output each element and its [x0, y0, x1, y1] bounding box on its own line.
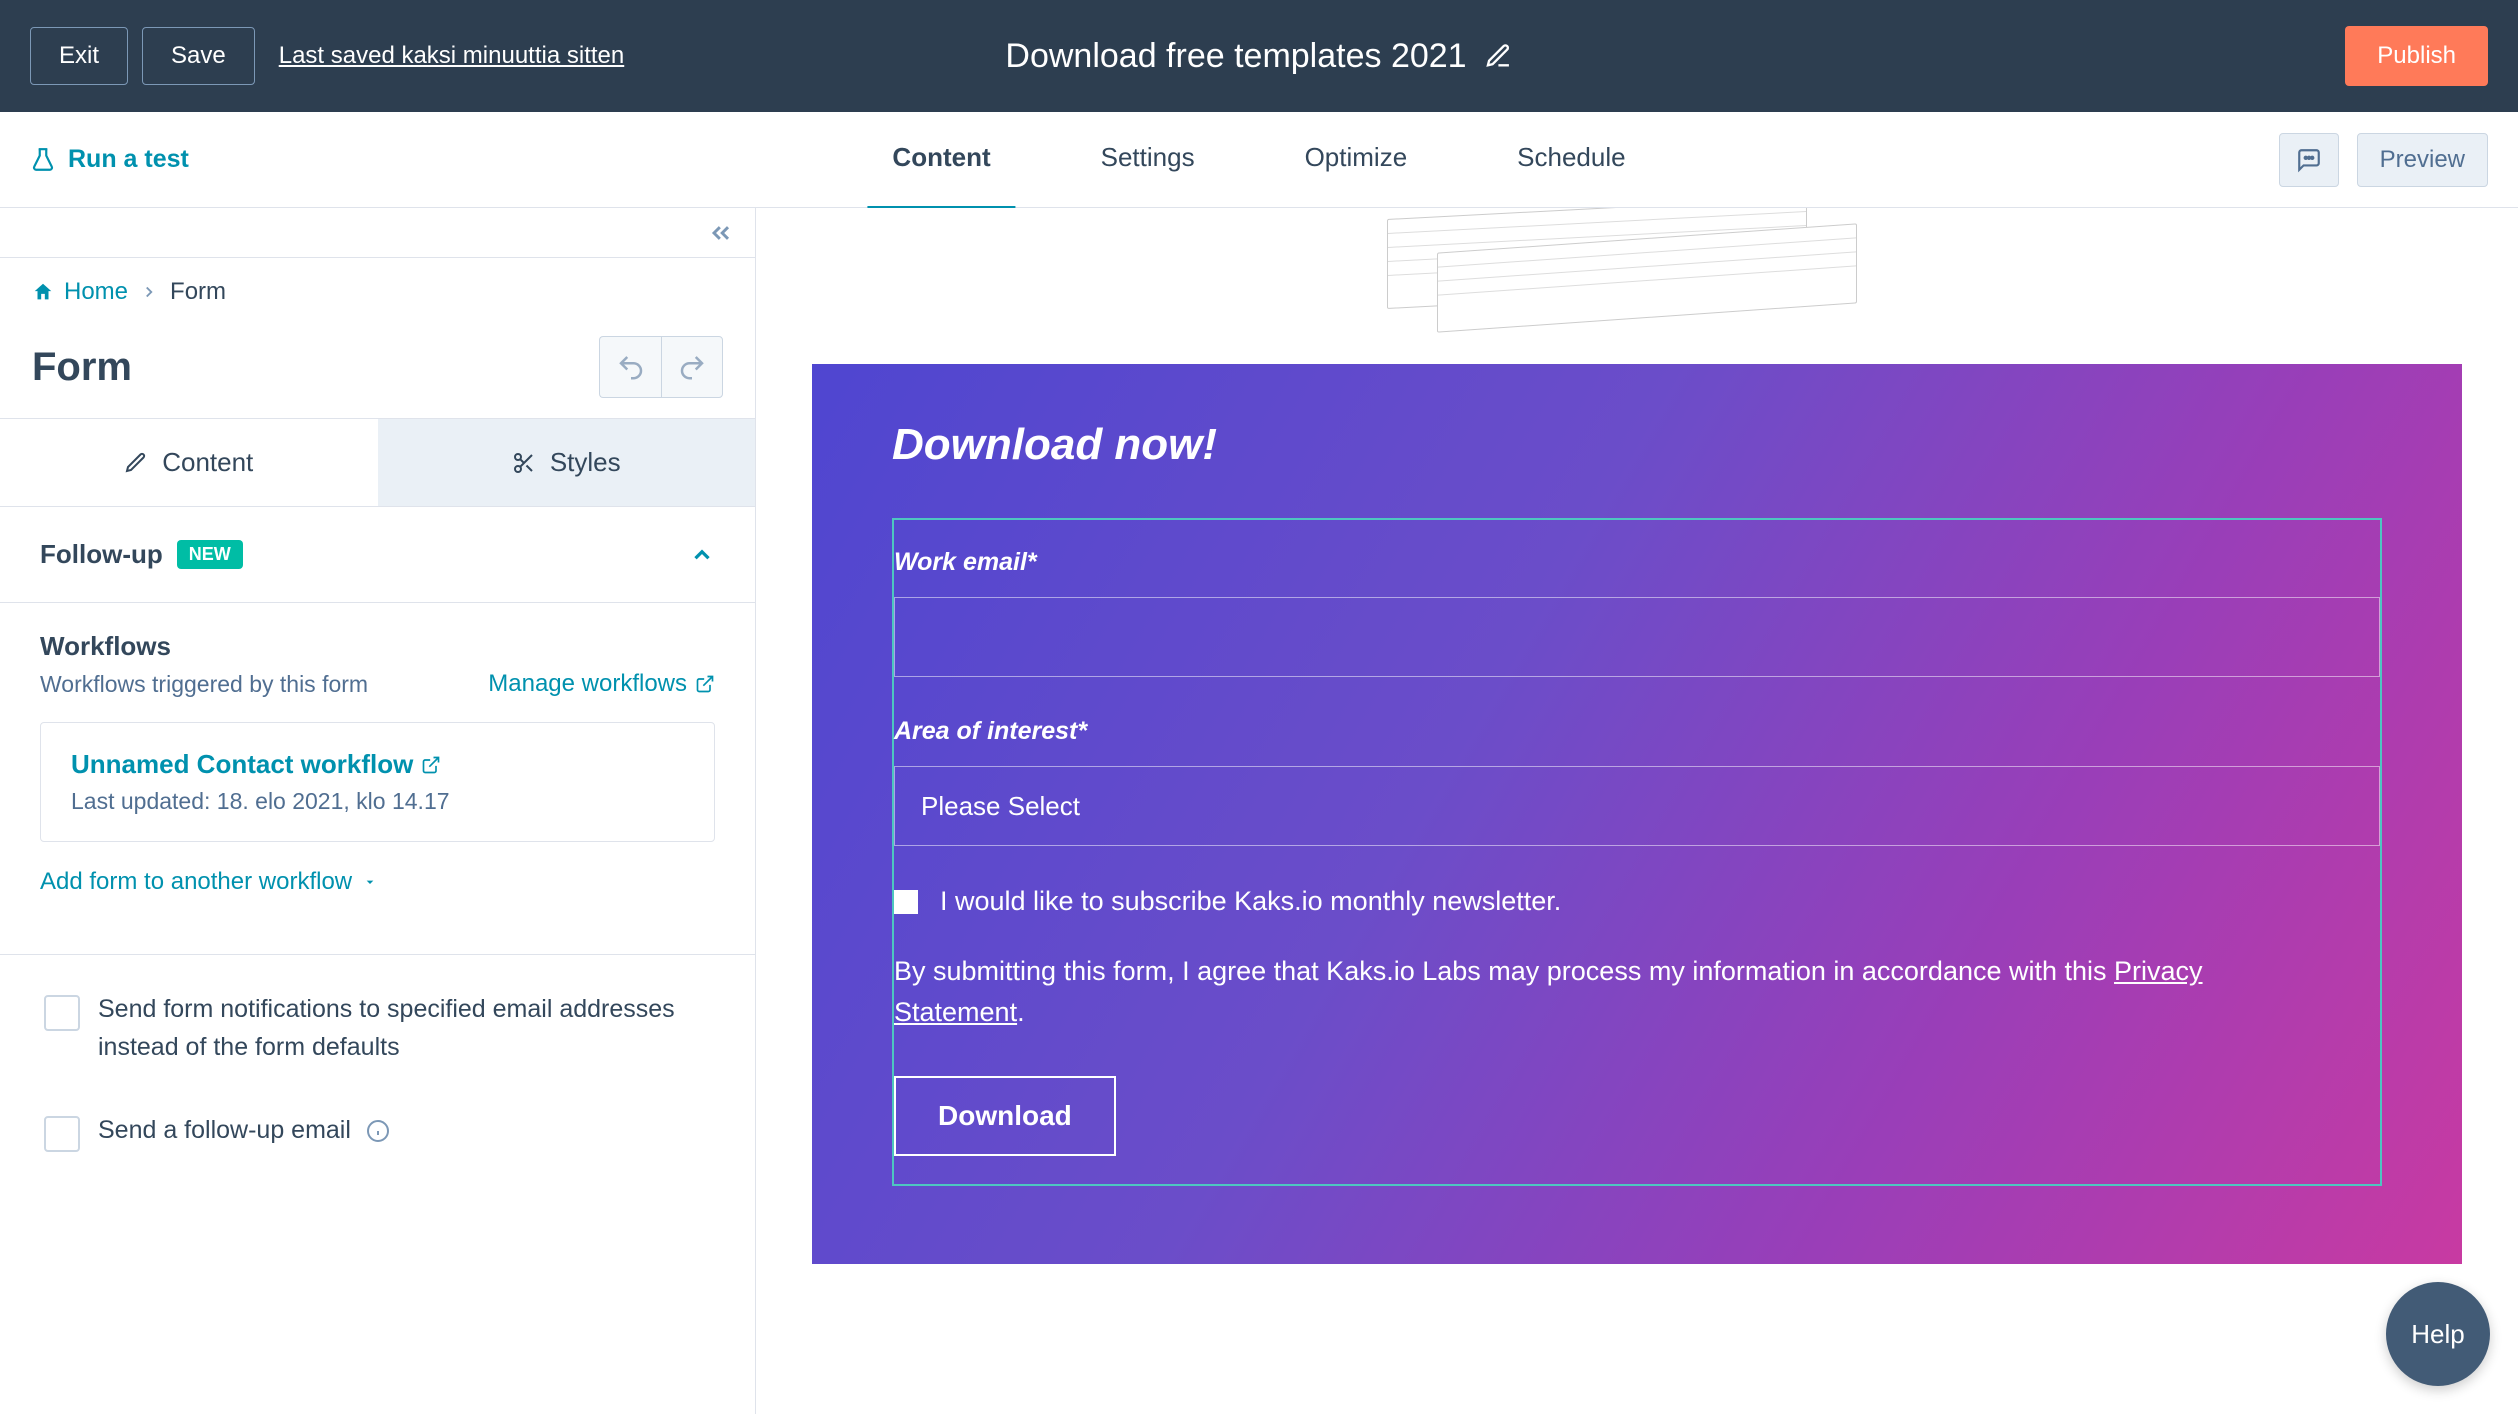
- tab-optimize[interactable]: Optimize: [1280, 109, 1433, 211]
- template-preview-image: [1357, 208, 1917, 328]
- area-of-interest-select[interactable]: Please Select: [894, 766, 2380, 846]
- undo-icon: [616, 352, 646, 382]
- download-button[interactable]: Download: [894, 1076, 1116, 1156]
- chevron-right-icon: [140, 283, 158, 301]
- flask-icon: [30, 147, 56, 173]
- run-a-test-button[interactable]: Run a test: [30, 145, 189, 174]
- home-icon: [32, 281, 54, 303]
- chevron-up-icon: [689, 542, 715, 568]
- disclaimer-suffix: .: [1017, 997, 1025, 1027]
- inner-tab-styles-label: Styles: [550, 447, 621, 478]
- preview-button[interactable]: Preview: [2357, 133, 2488, 187]
- inner-tab-content[interactable]: Content: [0, 419, 378, 506]
- add-workflow-label: Add form to another workflow: [40, 868, 352, 896]
- breadcrumb: Home Form: [0, 258, 755, 326]
- last-saved-link[interactable]: Last saved kaksi minuuttia sitten: [279, 42, 625, 70]
- workflow-updated: Last updated: 18. elo 2021, klo 14.17: [71, 788, 684, 815]
- tab-content[interactable]: Content: [867, 109, 1015, 211]
- newsletter-consent-text: I would like to subscribe Kaks.io monthl…: [940, 886, 1561, 917]
- manage-workflows-label: Manage workflows: [488, 670, 687, 698]
- redo-icon: [677, 352, 707, 382]
- form-preview-section: Download now! Work email* Area of intere…: [812, 364, 2462, 1264]
- caret-down-icon: [362, 874, 378, 890]
- pencil-icon: [124, 451, 148, 475]
- manage-workflows-link[interactable]: Manage workflows: [488, 670, 715, 698]
- disclaimer-text: By submitting this form, I agree that Ka…: [894, 951, 2334, 1032]
- run-a-test-label: Run a test: [68, 145, 189, 174]
- redo-button[interactable]: [661, 336, 723, 398]
- top-header: Exit Save Last saved kaksi minuuttia sit…: [0, 0, 2518, 112]
- download-now-heading: Download now!: [892, 420, 2382, 470]
- inner-tab-styles[interactable]: Styles: [378, 419, 756, 506]
- external-link-icon: [421, 755, 441, 775]
- help-bubble[interactable]: Help: [2386, 1282, 2490, 1386]
- area-of-interest-selected: Please Select: [921, 791, 1080, 822]
- collapse-icon[interactable]: [707, 219, 735, 247]
- followup-email-text: Send a follow-up email: [98, 1116, 351, 1144]
- canvas-preview: Download now! Work email* Area of intere…: [756, 208, 2518, 1414]
- add-workflow-link[interactable]: Add form to another workflow: [40, 868, 715, 926]
- external-link-icon: [695, 674, 715, 694]
- sidebar: Home Form Form: [0, 208, 756, 1414]
- notifications-checkbox-row[interactable]: Send form notifications to specified ema…: [0, 955, 755, 1102]
- workflow-name-link[interactable]: Unnamed Contact workflow: [71, 749, 684, 780]
- inner-tab-content-label: Content: [162, 447, 253, 478]
- sub-nav: Run a test Content Settings Optimize Sch…: [0, 112, 2518, 208]
- nav-tabs: Content Settings Optimize Schedule: [867, 109, 1650, 211]
- publish-button[interactable]: Publish: [2345, 26, 2488, 86]
- breadcrumb-home[interactable]: Home: [32, 278, 128, 306]
- work-email-label: Work email*: [894, 548, 2380, 577]
- info-icon[interactable]: [366, 1119, 390, 1143]
- followup-email-checkbox[interactable]: [44, 1116, 80, 1152]
- save-button[interactable]: Save: [142, 27, 255, 85]
- tab-schedule[interactable]: Schedule: [1492, 109, 1650, 211]
- section-followup-title: Follow-up: [40, 539, 163, 570]
- form-area[interactable]: Work email* Area of interest* Please Sel…: [892, 518, 2382, 1186]
- disclaimer-prefix: By submitting this form, I agree that Ka…: [894, 956, 2114, 986]
- undo-button[interactable]: [599, 336, 661, 398]
- followup-email-label: Send a follow-up email: [98, 1112, 390, 1150]
- exit-button[interactable]: Exit: [30, 27, 128, 85]
- work-email-input[interactable]: [894, 597, 2380, 677]
- workflow-card[interactable]: Unnamed Contact workflow Last updated: 1…: [40, 722, 715, 842]
- comment-icon: [2296, 147, 2322, 173]
- comments-button[interactable]: [2279, 133, 2339, 187]
- page-title: Download free templates 2021: [1005, 37, 1466, 76]
- section-followup[interactable]: Follow-up NEW: [0, 507, 755, 603]
- followup-email-checkbox-row[interactable]: Send a follow-up email: [0, 1102, 755, 1188]
- breadcrumb-home-label: Home: [64, 278, 128, 306]
- panel-title: Form: [32, 345, 132, 390]
- pencil-icon[interactable]: [1485, 42, 1513, 70]
- workflow-name-label: Unnamed Contact workflow: [71, 749, 413, 780]
- workflows-subtext: Workflows triggered by this form: [40, 671, 368, 698]
- scissors-icon: [512, 451, 536, 475]
- area-of-interest-label: Area of interest*: [894, 717, 2380, 746]
- breadcrumb-current: Form: [170, 278, 226, 306]
- notifications-label: Send form notifications to specified ema…: [98, 991, 711, 1066]
- newsletter-checkbox[interactable]: [894, 890, 918, 914]
- new-badge: NEW: [177, 540, 243, 569]
- workflows-heading: Workflows: [40, 631, 715, 662]
- tab-settings[interactable]: Settings: [1076, 109, 1220, 211]
- notifications-checkbox[interactable]: [44, 995, 80, 1031]
